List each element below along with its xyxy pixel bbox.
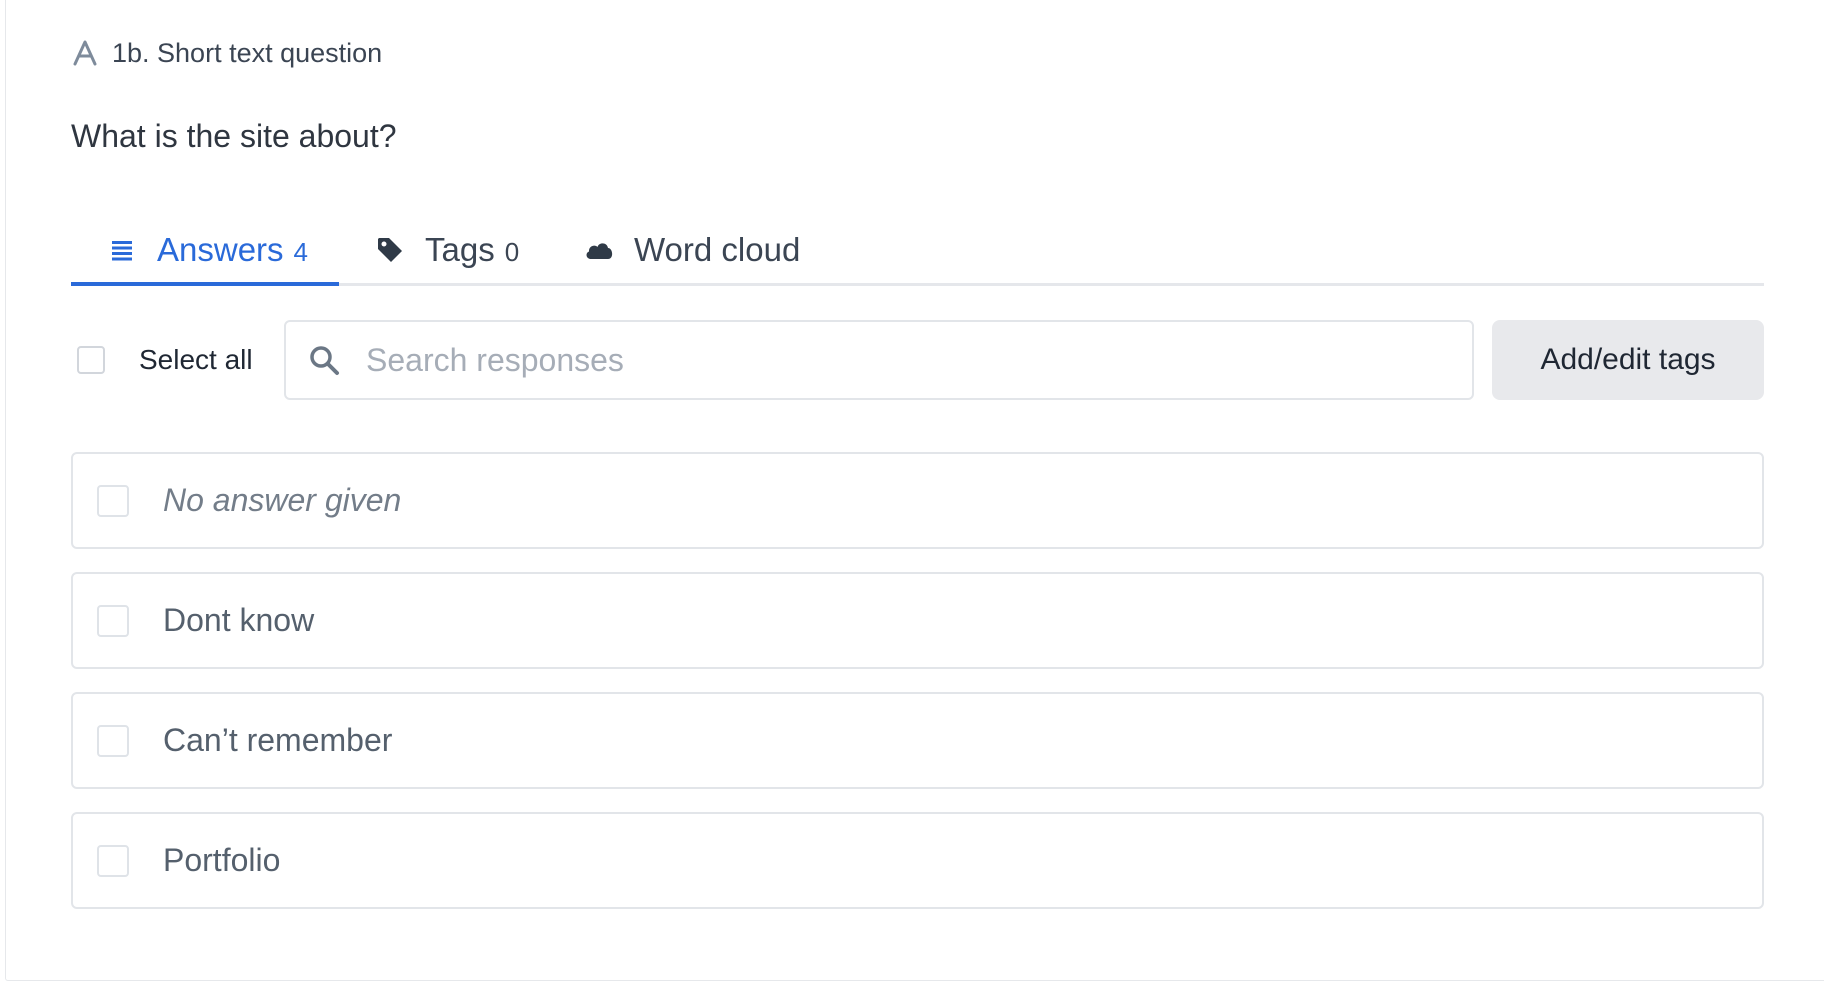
answer-row[interactable]: No answer given xyxy=(71,452,1764,549)
answer-row[interactable]: Dont know xyxy=(71,572,1764,669)
question-card: 1b. Short text question What is the site… xyxy=(5,0,1824,981)
select-all-label: Select all xyxy=(139,344,253,375)
letter-a-icon xyxy=(71,39,99,67)
answers-toolbar: Select all Add/edit tags xyxy=(71,320,1764,400)
answer-checkbox[interactable] xyxy=(97,844,129,877)
answer-checkbox[interactable] xyxy=(97,484,129,517)
tab-answers-label: Answers xyxy=(157,230,284,268)
tag-icon xyxy=(375,235,405,265)
tab-tags-count: 0 xyxy=(504,237,520,267)
answer-text: Dont know xyxy=(163,602,315,638)
answer-text: No answer given xyxy=(163,482,402,518)
search-input[interactable] xyxy=(364,340,1448,380)
tab-word-cloud[interactable]: Word cloud xyxy=(584,216,800,283)
list-icon xyxy=(107,235,137,265)
question-type-label: 1b. Short text question xyxy=(112,37,383,68)
question-text: What is the site about? xyxy=(71,118,397,154)
select-all-checkbox[interactable] xyxy=(77,346,105,374)
answer-row[interactable]: Can’t remember xyxy=(71,692,1764,789)
search-box[interactable] xyxy=(284,320,1474,400)
tab-word-cloud-label: Word cloud xyxy=(634,230,801,268)
search-icon xyxy=(306,342,342,378)
tab-tags[interactable]: Tags 0 xyxy=(375,216,519,283)
answer-checkbox[interactable] xyxy=(97,604,129,637)
tab-bar: Answers 4 Tags 0 Word cloud xyxy=(71,216,1764,286)
answer-text: Can’t remember xyxy=(163,722,393,758)
answer-row[interactable]: Portfolio xyxy=(71,812,1764,909)
add-edit-tags-button[interactable]: Add/edit tags xyxy=(1492,320,1764,400)
tab-answers[interactable]: Answers 4 xyxy=(71,216,339,286)
tab-answers-count: 4 xyxy=(293,237,309,267)
answer-text: Portfolio xyxy=(163,842,281,878)
answer-list: No answer given Dont know Can’t remember… xyxy=(71,452,1764,932)
tab-tags-label: Tags xyxy=(425,230,495,268)
question-header: 1b. Short text question xyxy=(71,38,382,68)
cloud-icon xyxy=(584,235,614,265)
select-all[interactable]: Select all xyxy=(77,344,253,376)
answer-checkbox[interactable] xyxy=(97,724,129,757)
